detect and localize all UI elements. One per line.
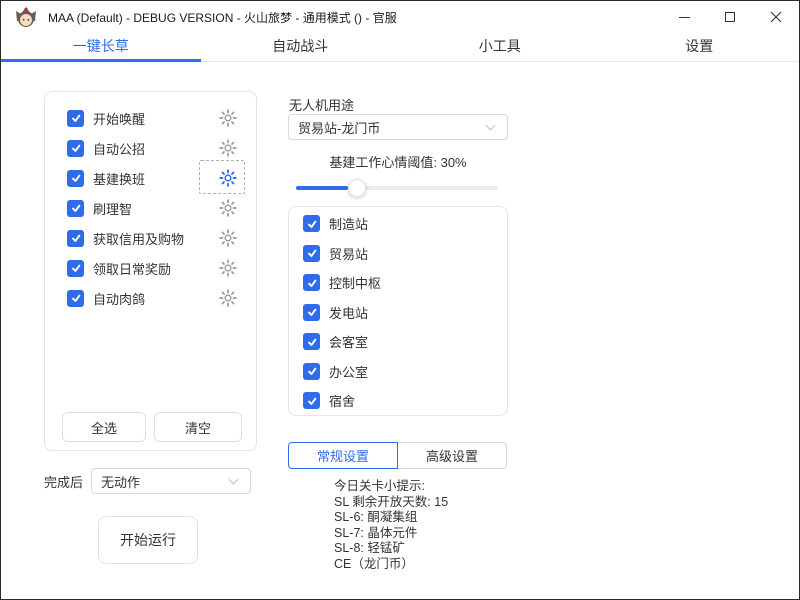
maximize-icon <box>725 12 735 22</box>
gear-icon[interactable] <box>219 289 237 307</box>
tip-line: 今日关卡小提示: <box>334 479 448 495</box>
mood-threshold-slider[interactable] <box>296 178 498 198</box>
advanced-settings-button[interactable]: 高级设置 <box>397 442 507 469</box>
tip-line: SL-6: 酮凝集组 <box>334 510 448 526</box>
facility-label: 会客室 <box>329 332 368 351</box>
task-label: 领取日常奖励 <box>93 259 171 278</box>
close-button[interactable] <box>753 1 799 33</box>
drone-usage-label: 无人机用途 <box>289 95 354 114</box>
chevron-down-icon <box>226 474 241 489</box>
main-content: 开始唤醒 自动公招 基建换班 刷理智 <box>1 62 799 599</box>
checkbox[interactable] <box>67 110 84 127</box>
facility-row-trade: 贸易站 <box>289 239 507 269</box>
app-window: MAA (Default) - DEBUG VERSION - 火山旅梦 - 通… <box>0 0 800 600</box>
window-controls <box>661 1 799 33</box>
tab-label: 一键长草 <box>73 38 129 54</box>
checkbox[interactable] <box>67 230 84 247</box>
after-completion-dropdown[interactable]: 无动作 <box>91 468 251 494</box>
after-completion-value: 无动作 <box>101 472 140 491</box>
checkbox[interactable] <box>303 363 320 380</box>
facility-label: 办公室 <box>329 362 368 381</box>
task-row-roguelike: 自动肉鸽 <box>45 283 256 313</box>
checkbox[interactable] <box>67 260 84 277</box>
checkbox[interactable] <box>67 290 84 307</box>
facility-row-power: 发电站 <box>289 298 507 328</box>
facility-label: 发电站 <box>329 303 368 322</box>
task-label: 自动肉鸽 <box>93 289 145 308</box>
facility-list-panel: 制造站 贸易站 控制中枢 发电站 会客室 <box>288 206 508 416</box>
tab-copilot[interactable]: 自动战斗 <box>201 33 401 61</box>
task-row-wakeup: 开始唤醒 <box>45 103 256 133</box>
checkbox[interactable] <box>303 304 320 321</box>
mood-threshold-label: 基建工作心情阈值: 30% <box>288 152 508 171</box>
task-label: 基建换班 <box>93 169 145 188</box>
select-all-button[interactable]: 全选 <box>62 412 146 442</box>
slider-thumb[interactable] <box>348 179 366 197</box>
gear-icon[interactable] <box>219 139 237 157</box>
checkbox[interactable] <box>303 333 320 350</box>
window-title: MAA (Default) - DEBUG VERSION - 火山旅梦 - 通… <box>48 9 397 26</box>
facility-row-office: 办公室 <box>289 357 507 387</box>
facility-row-reception: 会客室 <box>289 327 507 357</box>
slider-fill <box>296 186 348 190</box>
facility-row-dormitory: 宿舍 <box>289 386 507 416</box>
checkbox[interactable] <box>67 170 84 187</box>
facility-label: 宿舍 <box>329 391 355 410</box>
gear-icon[interactable] <box>219 229 237 247</box>
facility-rows: 制造站 贸易站 控制中枢 发电站 会客室 <box>289 207 507 416</box>
checkbox[interactable] <box>303 392 320 409</box>
tab-farming[interactable]: 一键长草 <box>1 33 201 61</box>
tab-settings[interactable]: 设置 <box>600 33 800 61</box>
task-label: 自动公招 <box>93 139 145 158</box>
tip-line: SL-7: 晶体元件 <box>334 526 448 542</box>
facility-label: 贸易站 <box>329 244 368 263</box>
task-list-panel: 开始唤醒 自动公招 基建换班 刷理智 <box>44 91 257 451</box>
facility-row-manufacture: 制造站 <box>289 209 507 239</box>
tip-line: SL 剩余开放天数: 15 <box>334 495 448 511</box>
focus-outline <box>199 160 245 194</box>
minimize-button[interactable] <box>661 1 707 33</box>
gear-icon[interactable] <box>219 109 237 127</box>
tab-bar: 一键长草 自动战斗 小工具 设置 <box>1 33 799 62</box>
clear-button[interactable]: 清空 <box>154 412 242 442</box>
after-completion-label: 完成后 <box>44 472 91 491</box>
task-label: 获取信用及购物 <box>93 229 184 248</box>
chevron-down-icon <box>483 120 498 135</box>
task-label: 开始唤醒 <box>93 109 145 128</box>
drone-usage-dropdown[interactable]: 贸易站-龙门币 <box>288 114 508 140</box>
start-run-button[interactable]: 开始运行 <box>98 516 198 564</box>
tab-label: 设置 <box>685 38 713 54</box>
task-row-award: 领取日常奖励 <box>45 253 256 283</box>
gear-icon[interactable] <box>219 259 237 277</box>
gear-icon[interactable] <box>219 199 237 217</box>
tip-line: CE（龙门币） <box>334 557 448 573</box>
task-row-mall: 获取信用及购物 <box>45 223 256 253</box>
facility-label: 制造站 <box>329 214 368 233</box>
tab-label: 自动战斗 <box>272 38 328 54</box>
drone-usage-value: 贸易站-龙门币 <box>298 118 380 137</box>
normal-settings-button[interactable]: 常规设置 <box>288 442 398 469</box>
tab-label: 小工具 <box>479 38 521 54</box>
tab-tools[interactable]: 小工具 <box>400 33 600 61</box>
close-icon <box>770 11 782 23</box>
maximize-button[interactable] <box>707 1 753 33</box>
app-icon <box>14 5 38 29</box>
checkbox[interactable] <box>67 140 84 157</box>
task-row-fight: 刷理智 <box>45 193 256 223</box>
checkbox[interactable] <box>303 245 320 262</box>
title-bar: MAA (Default) - DEBUG VERSION - 火山旅梦 - 通… <box>1 1 799 33</box>
settings-switch: 常规设置 高级设置 <box>288 442 507 469</box>
stage-tips: 今日关卡小提示: SL 剩余开放天数: 15 SL-6: 酮凝集组 SL-7: … <box>334 479 448 572</box>
tip-line: SL-8: 轻锰矿 <box>334 541 448 557</box>
checkbox[interactable] <box>303 215 320 232</box>
task-label: 刷理智 <box>93 199 132 218</box>
facility-row-control: 控制中枢 <box>289 268 507 298</box>
after-completion-row: 完成后 无动作 <box>44 468 251 494</box>
checkbox[interactable] <box>67 200 84 217</box>
checkbox[interactable] <box>303 274 320 291</box>
task-row-recruit: 自动公招 <box>45 133 256 163</box>
facility-label: 控制中枢 <box>329 273 381 292</box>
minimize-icon <box>679 17 690 18</box>
task-rows: 开始唤醒 自动公招 基建换班 刷理智 <box>45 92 256 313</box>
